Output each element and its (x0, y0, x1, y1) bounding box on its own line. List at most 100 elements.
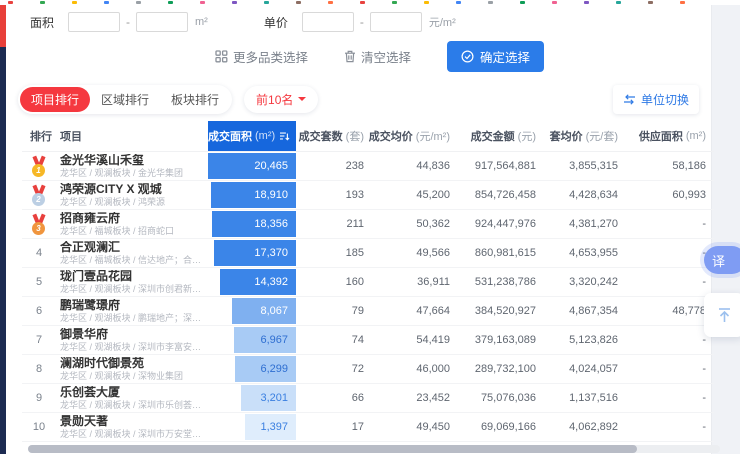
favicon-dot (392, 1, 397, 4)
tab-district-ranking[interactable]: 区域排行 (90, 87, 160, 112)
favicon-dot (264, 1, 269, 4)
project-location-path: 龙华区 / 观澜板块 / 深圳市乐创荟投资有限公司 (60, 400, 208, 411)
column-header-unit: (m²) (686, 130, 706, 142)
area-value-bar: 17,370 (214, 240, 296, 266)
area-range-dash: - (126, 15, 130, 29)
table-row[interactable]: 7御景华府龙华区 / 观湖板块 / 深圳市李富安投资有限公司6,9677454,… (22, 326, 714, 355)
project-cell: 招商雍云府龙华区 / 福城板块 / 招商蛇口 (56, 210, 208, 238)
more-categories-button[interactable]: 更多品类选择 (215, 47, 308, 66)
medal-number: 2 (32, 193, 45, 206)
column-header-label: 成交套数 (299, 128, 343, 144)
favicon-dot (296, 1, 301, 4)
project-cell: 御景华府龙华区 / 观湖板块 / 深圳市李富安投资有限公司 (56, 326, 208, 354)
table-header-row: 排行项目成交面积(m²)成交套数(套)成交均价(元/m²)成交金额(元)套均价(… (22, 121, 714, 152)
tab-row: 项目排行 区域排行 板块排行 前10名 单位切换 (18, 85, 707, 113)
favicon-dot (8, 1, 13, 4)
amount-cell: 924,447,976 (458, 210, 544, 238)
main-panel: 面积 - m² 单价 - 元/m² 更多品类选择 清空选择 (6, 5, 712, 454)
column-header-7[interactable]: 供应面积(m²) (626, 121, 714, 151)
horizontal-scrollbar-thumb[interactable] (28, 445, 637, 453)
amount-cell: 379,163,089 (458, 326, 544, 354)
amount-cell: 75,076,036 (458, 384, 544, 412)
area-max-input[interactable] (136, 12, 188, 32)
table-row[interactable]: 1金光华溪山禾玺龙华区 / 观澜板块 / 金光华集团20,46523844,83… (22, 152, 714, 181)
favicon-dot (680, 1, 685, 4)
unit-switch-button[interactable]: 单位切换 (613, 85, 699, 114)
table-row[interactable]: 6鹏瑞鹭璟府龙华区 / 观湖板块 / 鹏瑞地产；深圳市樟坑径股...8,0677… (22, 297, 714, 326)
amount-cell: 854,726,458 (458, 181, 544, 209)
rank-cell: 1 (22, 152, 56, 180)
column-header-2[interactable]: 成交面积(m²) (208, 121, 296, 151)
rank-cell: 8 (22, 355, 56, 383)
area-min-input[interactable] (68, 12, 120, 32)
table-row[interactable]: 9乐创荟大厦龙华区 / 观澜板块 / 深圳市乐创荟投资有限公司3,2016623… (22, 384, 714, 413)
tab-project-ranking[interactable]: 项目排行 (20, 87, 90, 112)
tab-block-ranking[interactable]: 板块排行 (160, 87, 230, 112)
supply-cell: - (626, 413, 714, 441)
price-max-input[interactable] (370, 12, 422, 32)
column-header-0[interactable]: 排行 (22, 121, 56, 151)
medal-number: 3 (32, 222, 45, 235)
table-row[interactable]: 4合正观澜汇龙华区 / 福城板块 / 信达地产；合正房产；平安...17,370… (22, 239, 714, 268)
favicon-dot (328, 1, 333, 4)
favicon-dot (72, 1, 77, 4)
rank-cell: 4 (22, 239, 56, 267)
top-n-dropdown[interactable]: 前10名 (244, 86, 318, 113)
translate-floating-button[interactable]: 译 (704, 246, 740, 274)
area-cell: 14,392 (208, 268, 296, 296)
avg-price-cell: 49,450 (372, 413, 458, 441)
price-range-dash: - (360, 15, 364, 29)
project-name: 御景华府 (60, 328, 108, 341)
column-header-1[interactable]: 项目 (56, 121, 208, 151)
supply-cell: - (626, 239, 714, 267)
table-row[interactable]: 8澜湖时代御景苑龙华区 / 观澜板块 / 深物业集团6,2997246,0002… (22, 355, 714, 384)
table-row[interactable]: 10景勋天著龙华区 / 观澜板块 / 深圳市万安堂股份合作公司...1,3971… (22, 413, 714, 442)
column-header-5[interactable]: 成交金额(元) (458, 121, 544, 151)
avg-price-cell: 50,362 (372, 210, 458, 238)
unit-avg-cell: 4,428,634 (544, 181, 626, 209)
unit-avg-cell: 1,137,516 (544, 384, 626, 412)
favicon-dot (648, 1, 653, 4)
unit-avg-cell: 4,867,354 (544, 297, 626, 325)
table-row[interactable]: 5珑门壹品花园龙华区 / 观澜板块 / 深圳市创君新股份合作公司14,39216… (22, 268, 714, 297)
top-n-label: 前10名 (256, 91, 293, 108)
favicon-dot (488, 1, 493, 4)
area-cell: 3,201 (208, 384, 296, 412)
clear-selection-button[interactable]: 清空选择 (344, 47, 411, 66)
table-row[interactable]: 3招商雍云府龙华区 / 福城板块 / 招商蛇口18,35621150,36292… (22, 210, 714, 239)
column-header-3[interactable]: 成交套数(套) (296, 121, 372, 151)
rank-cell: 7 (22, 326, 56, 354)
column-header-label: 套均价 (550, 128, 583, 144)
confirm-selection-button[interactable]: 确定选择 (447, 41, 544, 72)
table-row[interactable]: 2鸿荣源CITY X 观城龙华区 / 观澜板块 / 鸿荣源18,91019345… (22, 181, 714, 210)
browser-bookmarks-strip (0, 0, 740, 5)
project-location-path: 龙华区 / 观湖板块 / 鹏瑞地产；深圳市樟坑径股... (60, 313, 208, 324)
project-name: 鸿荣源CITY X 观城 (60, 183, 162, 196)
favicon-dot (424, 1, 429, 4)
price-min-input[interactable] (302, 12, 354, 32)
project-location-path: 龙华区 / 观澜板块 / 金光华集团 (60, 168, 183, 179)
units-cell: 66 (296, 384, 372, 412)
units-cell: 74 (296, 326, 372, 354)
area-cell: 17,370 (208, 239, 296, 267)
translate-label: 译 (712, 251, 725, 270)
column-header-6[interactable]: 套均价(元/套) (544, 121, 626, 151)
project-location-path: 龙华区 / 观湖板块 / 深圳市李富安投资有限公司 (60, 342, 208, 353)
units-cell: 238 (296, 152, 372, 180)
caret-down-icon (298, 97, 306, 105)
area-cell: 1,397 (208, 413, 296, 441)
back-to-top-button[interactable] (704, 293, 740, 337)
amount-cell: 917,564,881 (458, 152, 544, 180)
price-filter-label: 单价 (264, 14, 288, 31)
area-cell: 18,910 (208, 181, 296, 209)
unit-switch-label: 单位切换 (641, 91, 689, 108)
area-value-bar: 3,201 (241, 385, 296, 411)
column-header-4[interactable]: 成交均价(元/m²) (372, 121, 458, 151)
project-location-path: 龙华区 / 观澜板块 / 深物业集团 (60, 371, 183, 382)
project-location-path: 龙华区 / 福城板块 / 信达地产；合正房产；平安... (60, 255, 208, 266)
project-name: 金光华溪山禾玺 (60, 154, 144, 167)
project-name: 珑门壹品花园 (60, 270, 132, 283)
ranking-table: 排行项目成交面积(m²)成交套数(套)成交均价(元/m²)成交金额(元)套均价(… (22, 121, 714, 454)
area-value-bar: 20,465 (208, 153, 296, 179)
units-cell: 160 (296, 268, 372, 296)
